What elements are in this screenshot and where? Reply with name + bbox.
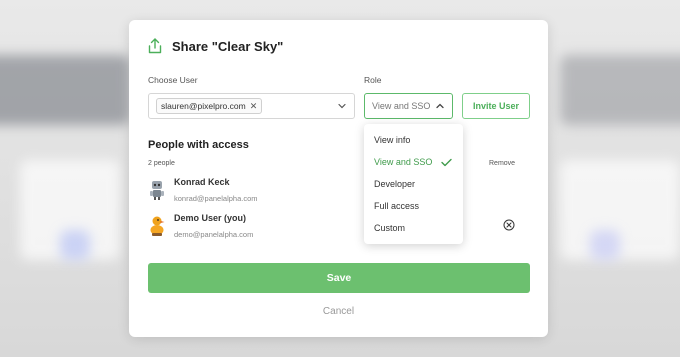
role-option-label: Developer [374,179,416,189]
person-info: Demo User (you) demo@panelalpha.com [174,213,253,239]
person-email: demo@panelalpha.com [174,230,254,239]
background-blur-block [60,230,90,260]
role-select[interactable]: View and SSO [364,93,453,119]
role-option-label: Full access [374,201,420,211]
chevron-down-icon[interactable] [338,102,346,110]
background-blur-block [560,55,680,125]
person-info: Konrad Keck konrad@panelalpha.com [174,177,258,203]
check-icon [441,158,452,167]
modal-header: Share "Clear Sky" [148,38,283,54]
list-item: Demo User (you) demo@panelalpha.com [148,213,253,239]
remove-user-icon[interactable] [503,219,515,231]
role-option-label: View and SSO [374,157,433,167]
duck-avatar [150,216,165,236]
chip-remove-icon[interactable]: ✕ [250,101,258,111]
role-option-custom[interactable]: Custom [364,217,463,239]
background-blur-block [590,230,620,260]
chevron-up-icon[interactable] [436,102,444,110]
remove-column-header: Remove [489,160,516,167]
person-name: Konrad Keck [174,177,230,187]
role-option-developer[interactable]: Developer [364,173,463,195]
save-button[interactable]: Save [148,263,530,293]
invite-user-button[interactable]: Invite User [462,93,530,119]
role-option-view-info[interactable]: View info [364,129,463,151]
role-option-full-access[interactable]: Full access [364,195,463,217]
user-chip-label: slauren@pixelpro.com [161,101,246,111]
role-label: Role [364,75,382,85]
robot-avatar [150,181,164,200]
choose-user-label: Choose User [148,75,198,85]
background-blur-block [560,160,680,260]
user-chip: slauren@pixelpro.com ✕ [156,98,263,114]
person-email: konrad@panelalpha.com [174,194,258,203]
people-count: 2 people [148,160,175,167]
choose-user-select[interactable]: slauren@pixelpro.com ✕ [148,93,355,119]
person-name: Demo User (you) [174,213,247,223]
cancel-button[interactable]: Cancel [129,306,548,317]
list-item: Konrad Keck konrad@panelalpha.com [148,177,258,203]
share-upload-icon [148,38,162,54]
role-selected-value: View and SSO [372,101,431,111]
background-blur-block [0,55,130,125]
people-with-access-title: People with access [148,139,249,151]
role-option-label: Custom [374,223,406,233]
role-dropdown-menu: View info View and SSO Developer Full ac… [364,124,463,244]
share-modal: Share "Clear Sky" Choose User Role slaur… [129,20,548,337]
modal-title: Share "Clear Sky" [172,38,284,54]
role-option-label: View info [374,135,411,145]
role-option-view-and-sso[interactable]: View and SSO [364,151,463,173]
